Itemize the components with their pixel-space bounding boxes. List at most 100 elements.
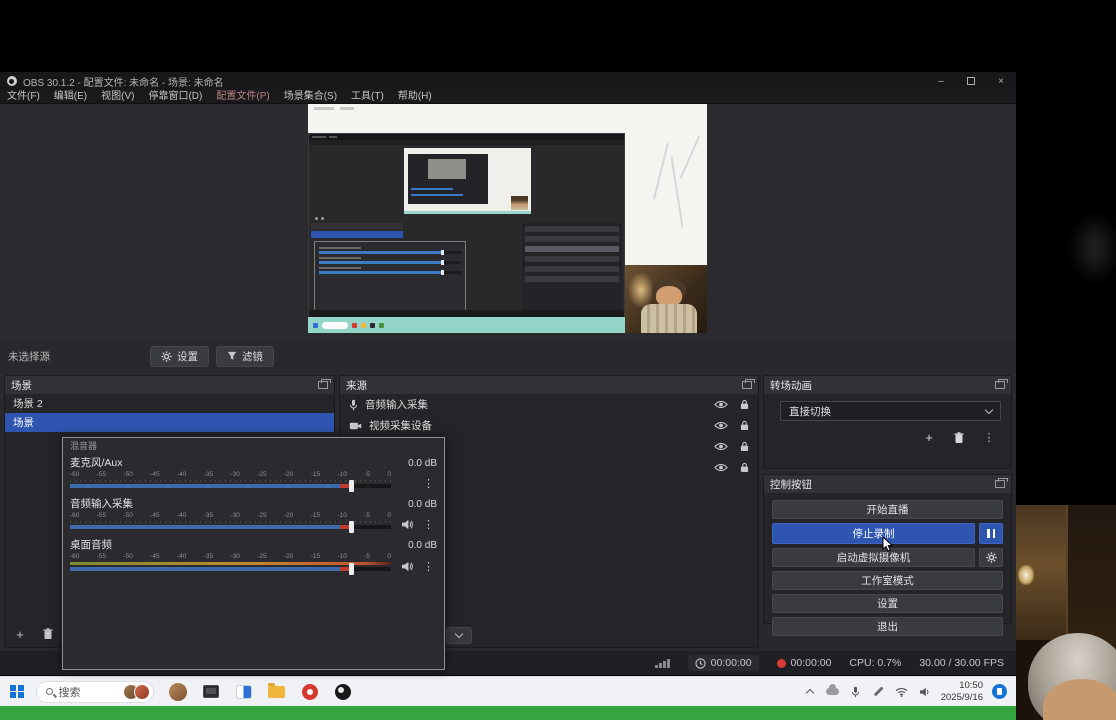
volume-slider[interactable]	[70, 563, 391, 575]
source-filters-button[interactable]: 滤镜	[216, 345, 274, 367]
mixer-scale-label: -10	[337, 512, 347, 519]
close-button[interactable]: ×	[986, 72, 1016, 90]
lock-icon[interactable]	[740, 462, 749, 473]
channel-options-button[interactable]: ⋮	[423, 562, 434, 573]
microphone-icon	[350, 399, 357, 410]
virtual-camera-config-button[interactable]	[979, 548, 1003, 567]
transition-select[interactable]: 直接切换	[780, 401, 1001, 421]
source-row[interactable]: 视频采集设备	[340, 415, 758, 436]
remove-transition-button[interactable]	[949, 429, 969, 446]
menu-scene-collection[interactable]: 场景集合(S)	[277, 90, 344, 104]
virtual-camera-button[interactable]: 启动虚拟摄像机	[772, 548, 975, 567]
speaker-icon[interactable]	[401, 561, 414, 572]
eye-icon[interactable]	[714, 400, 728, 409]
sources-panel-header: 来源	[340, 376, 758, 394]
transition-properties-button[interactable]: ⋮	[979, 429, 999, 446]
mixer-expand-button[interactable]	[446, 627, 472, 644]
popout-icon[interactable]	[742, 379, 755, 389]
eye-icon[interactable]	[714, 463, 728, 472]
popout-icon[interactable]	[995, 379, 1008, 389]
preview-canvas[interactable]	[308, 104, 707, 333]
add-transition-button[interactable]: +	[919, 429, 939, 446]
start-button[interactable]	[10, 684, 24, 699]
scene-row[interactable]: 场景 2	[5, 394, 334, 413]
taskbar-app-blue[interactable]	[233, 681, 255, 703]
mixer-scale-label: -20	[284, 471, 294, 478]
taskbar-app-explorer[interactable]	[266, 681, 288, 703]
taskbar-app-record[interactable]	[299, 681, 321, 703]
tray-overflow-button[interactable]	[803, 685, 817, 699]
menu-profile[interactable]: 配置文件(P)	[209, 90, 276, 104]
transitions-panel-title: 转场动画	[770, 379, 812, 392]
eye-icon[interactable]	[714, 442, 728, 451]
tray-cloud-icon[interactable]	[826, 684, 840, 699]
mixer-scale-label: -50	[123, 553, 133, 560]
captured-nested-taskbar	[404, 211, 531, 214]
scene-row-selected[interactable]: 场景	[5, 413, 334, 432]
mixer-scale-label: -5	[364, 471, 371, 478]
tray-mic-icon[interactable]	[849, 685, 863, 699]
tray-wifi-icon[interactable]	[895, 685, 909, 699]
mixer-meter	[70, 521, 391, 523]
webcam-view	[1016, 505, 1116, 720]
volume-slider[interactable]	[70, 480, 391, 492]
mixer-scale-label: -60	[70, 553, 80, 560]
scenes-panel-footer: +	[12, 626, 56, 642]
mixer-scale-label: -35	[203, 471, 214, 478]
lock-icon[interactable]	[740, 399, 749, 410]
menu-file[interactable]: 文件(F)	[0, 90, 47, 104]
tray-pen-icon[interactable]	[872, 685, 886, 699]
menu-view[interactable]: 视图(V)	[94, 90, 141, 104]
tray-clock[interactable]: 10:50 2025/9/16	[941, 680, 983, 703]
remove-scene-button[interactable]	[40, 626, 56, 642]
transitions-panel: 转场动画 直接切换 + ⋮	[763, 375, 1012, 469]
taskbar-app-monitor[interactable]	[200, 681, 222, 703]
no-source-label: 未选择源	[8, 350, 50, 363]
settings-button[interactable]: 设置	[772, 594, 1003, 613]
slider-handle[interactable]	[349, 480, 355, 492]
exit-button[interactable]: 退出	[772, 617, 1003, 636]
channel-options-button[interactable]: ⋮	[423, 520, 434, 531]
source-name: 音频输入采集	[365, 399, 428, 411]
taskbar-app-photo[interactable]	[167, 681, 189, 703]
slider-handle[interactable]	[349, 563, 355, 575]
reflection-smudge	[1080, 224, 1110, 272]
pause-icon	[987, 529, 995, 538]
studio-mode-button[interactable]: 工作室模式	[772, 571, 1003, 590]
start-streaming-button[interactable]: 开始直播	[772, 500, 1003, 519]
popout-icon[interactable]	[318, 379, 331, 389]
add-scene-button[interactable]: +	[12, 626, 28, 642]
menu-edit[interactable]: 编辑(E)	[47, 90, 94, 104]
eye-icon[interactable]	[714, 421, 728, 430]
minimize-button[interactable]: –	[926, 72, 956, 90]
menu-help[interactable]: 帮助(H)	[391, 90, 439, 104]
mixer-title: 混音器	[70, 441, 98, 451]
popout-icon[interactable]	[995, 478, 1008, 488]
menu-tools[interactable]: 工具(T)	[344, 90, 391, 104]
filter-icon	[227, 351, 237, 360]
pause-recording-button[interactable]	[979, 523, 1003, 544]
stop-recording-button[interactable]: 停止录制	[772, 523, 975, 544]
obs-logo-icon	[7, 76, 17, 86]
slider-remainder	[352, 567, 391, 571]
tray-speaker-icon[interactable]	[918, 685, 932, 699]
taskbar-search[interactable]: 搜索	[35, 680, 154, 703]
search-icon	[45, 688, 53, 695]
source-row[interactable]: 音频输入采集	[340, 394, 758, 415]
lock-icon[interactable]	[740, 420, 749, 431]
lock-icon[interactable]	[740, 441, 749, 452]
volume-slider[interactable]	[70, 521, 391, 533]
slider-handle[interactable]	[349, 521, 355, 533]
speaker-icon[interactable]	[401, 519, 414, 530]
trash-icon	[954, 431, 964, 443]
mixer-scale-label: -25	[257, 553, 267, 560]
menu-docks[interactable]: 停靠窗口(D)	[141, 90, 209, 104]
captured-window-tab	[340, 107, 354, 110]
maximize-button[interactable]	[956, 72, 986, 90]
obs-window: OBS 30.1.2 - 配置文件: 未命名 - 场景: 未命名 – × 文件(…	[0, 72, 1016, 675]
taskbar-app-obs[interactable]	[332, 681, 354, 703]
notification-badge[interactable]	[992, 684, 1007, 699]
source-properties-button[interactable]: 设置	[150, 345, 209, 367]
channel-options-button[interactable]: ⋮	[423, 479, 434, 490]
captured-taskbar-icon	[370, 322, 375, 328]
